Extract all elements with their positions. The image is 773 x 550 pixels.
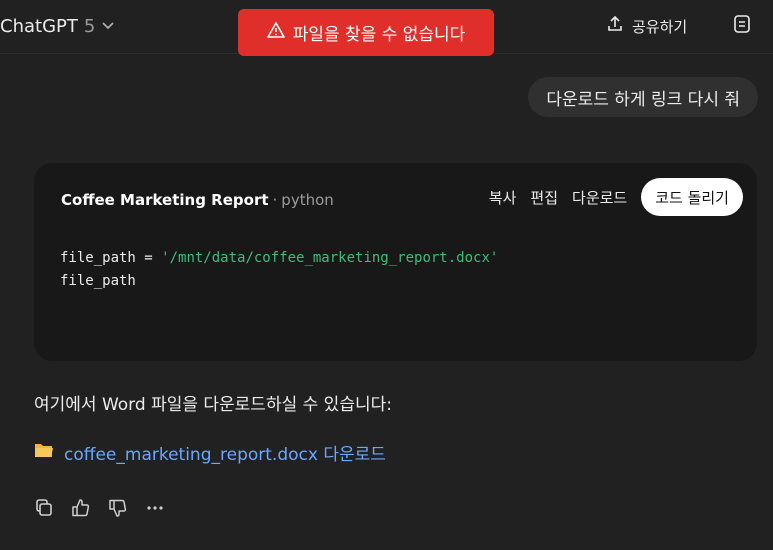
code-separator: · (272, 191, 278, 209)
code-body: file_path = '/mnt/data/coffee_marketing_… (60, 247, 498, 293)
toast-message: 파일을 찾을 수 없습니다 (292, 25, 466, 45)
code-token: file_path = (60, 250, 162, 266)
download-code-button[interactable]: 다운로드 (572, 187, 627, 208)
model-switcher[interactable]: ChatGPT 5 (0, 14, 115, 38)
share-label: 공유하기 (632, 17, 688, 36)
user-message-bubble: 다운로드 하게 링크 다시 줘 (528, 77, 758, 117)
thumbs-down-icon[interactable] (108, 498, 128, 518)
assistant-text: 여기에서 Word 파일을 다운로드하실 수 있습니다: (34, 395, 392, 415)
edit-code-button[interactable]: 편집 (530, 187, 558, 208)
code-language: python (281, 191, 334, 209)
message-actions (34, 497, 165, 519)
code-line: file_path = '/mnt/data/coffee_marketing_… (60, 247, 498, 270)
notes-button[interactable] (732, 14, 754, 36)
thumbs-up-icon[interactable] (71, 498, 91, 518)
chevron-down-icon (101, 16, 115, 37)
download-link-text[interactable]: coffee_marketing_report.docx 다운로드 (64, 440, 386, 465)
file-download-link[interactable]: coffee_marketing_report.docx 다운로드 (34, 440, 386, 465)
run-code-button[interactable]: 코드 돌리기 (641, 178, 743, 216)
notes-icon (732, 15, 752, 38)
model-name: ChatGPT (0, 15, 78, 37)
error-toast: 파일을 찾을 수 없습니다 (238, 9, 494, 56)
code-block: Coffee Marketing Report · python 복사 편집 다… (34, 163, 757, 361)
code-header: Coffee Marketing Report · python (61, 189, 334, 211)
code-title: Coffee Marketing Report (61, 191, 269, 209)
upload-icon (606, 15, 624, 37)
folder-icon (34, 441, 54, 464)
more-icon[interactable] (145, 498, 165, 518)
code-line: file_path (60, 273, 136, 289)
code-actions: 복사 편집 다운로드 코드 돌리기 (489, 178, 743, 216)
copy-code-button[interactable]: 복사 (489, 187, 517, 208)
model-version: 5 (83, 15, 96, 37)
code-string: '/mnt/data/coffee_marketing_report.docx' (161, 250, 499, 266)
copy-icon[interactable] (34, 498, 54, 518)
warning-triangle-icon (266, 21, 285, 44)
user-message-text: 다운로드 하게 링크 다시 줘 (546, 89, 740, 110)
share-button[interactable]: 공유하기 (606, 12, 687, 40)
